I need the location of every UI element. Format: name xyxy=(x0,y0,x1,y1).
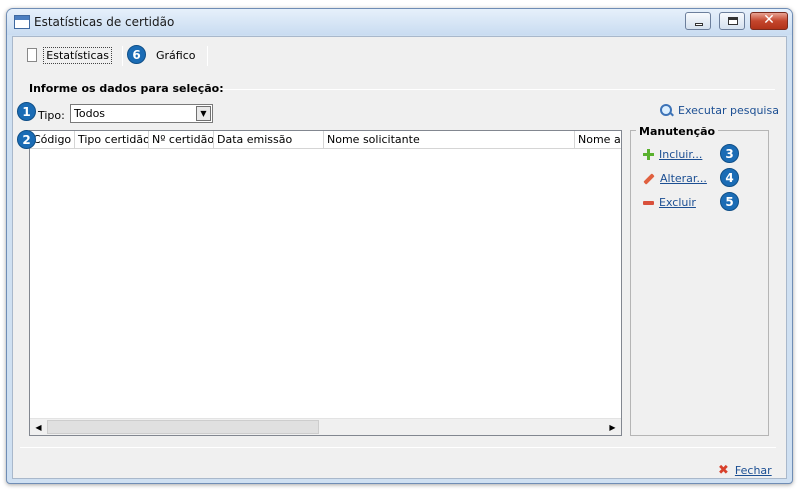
column-header-codigo[interactable]: Código xyxy=(30,131,75,149)
tab-strip: Estatísticas Gráfico xyxy=(20,43,320,69)
callout-5: 5 xyxy=(720,192,739,211)
selection-group-label: Informe os dados para seleção: xyxy=(29,82,224,95)
alterar-button[interactable]: Alterar... xyxy=(643,172,707,185)
callout-1: 1 xyxy=(17,102,36,121)
column-header-data-emissao[interactable]: Data emissão xyxy=(214,131,324,149)
grid-header: Código Tipo certidão Nº certidão Data em… xyxy=(30,131,621,149)
callout-6: 6 xyxy=(127,45,146,64)
title-bar[interactable]: Estatísticas de certidão ✕ xyxy=(7,9,792,35)
main-window: Estatísticas de certidão ✕ Estatísticas … xyxy=(6,8,793,484)
callout-4: 4 xyxy=(720,168,739,187)
results-grid[interactable]: Código Tipo certidão Nº certidão Data em… xyxy=(29,130,622,436)
window-icon xyxy=(14,15,30,29)
tab-separator xyxy=(207,46,208,66)
minimize-button[interactable] xyxy=(685,12,711,30)
column-header-nome-ap[interactable]: Nome ap xyxy=(575,131,621,149)
incluir-label: Incluir... xyxy=(659,148,703,161)
fechar-button[interactable]: ✖ Fechar xyxy=(718,463,772,478)
close-x-icon: ✖ xyxy=(718,463,729,478)
scrollbar-thumb[interactable] xyxy=(47,420,319,434)
fechar-label: Fechar xyxy=(734,464,772,477)
chevron-down-icon[interactable]: ▼ xyxy=(196,106,211,121)
tab-estatisticas-label: Estatísticas xyxy=(43,46,112,64)
column-header-tipo-certidao[interactable]: Tipo certidão xyxy=(75,131,149,149)
document-icon xyxy=(27,48,38,62)
manutencao-title: Manutenção xyxy=(636,125,719,138)
window-title: Estatísticas de certidão xyxy=(34,15,175,29)
callout-2: 2 xyxy=(17,130,36,149)
scroll-right-icon[interactable]: ▶ xyxy=(604,419,621,435)
excluir-button[interactable]: Excluir xyxy=(643,196,696,209)
alterar-label: Alterar... xyxy=(660,172,707,185)
tab-grafico-label: Gráfico xyxy=(156,48,196,62)
selection-divider xyxy=(221,89,775,90)
tipo-select-value: Todos xyxy=(74,107,106,120)
close-icon: ✕ xyxy=(763,12,775,28)
minimize-icon xyxy=(695,23,703,26)
tipo-select[interactable]: Todos ▼ xyxy=(70,104,213,123)
maximize-icon xyxy=(728,17,738,25)
footer-divider xyxy=(20,447,776,448)
minus-icon xyxy=(643,200,654,205)
tab-separator xyxy=(122,46,123,66)
scroll-left-icon[interactable]: ◀ xyxy=(30,419,47,435)
incluir-button[interactable]: Incluir... xyxy=(643,148,702,161)
close-window-button[interactable]: ✕ xyxy=(750,12,788,30)
plus-icon xyxy=(643,149,654,160)
column-header-nome-solicitante[interactable]: Nome solicitante xyxy=(324,131,575,149)
maximize-button[interactable] xyxy=(719,12,745,30)
tab-estatisticas[interactable]: Estatísticas xyxy=(21,43,118,67)
search-icon xyxy=(660,104,673,117)
executar-pesquisa-link[interactable]: Executar pesquisa xyxy=(660,104,779,117)
horizontal-scrollbar[interactable]: ◀ ▶ xyxy=(30,418,621,435)
executar-pesquisa-label: Executar pesquisa xyxy=(678,104,779,117)
excluir-label: Excluir xyxy=(659,196,696,209)
column-header-numero-certidao[interactable]: Nº certidão xyxy=(149,131,214,149)
pencil-icon xyxy=(643,172,655,185)
dialog-body: Estatísticas Gráfico 6 Informe os dados … xyxy=(12,36,787,479)
callout-3: 3 xyxy=(720,144,739,163)
tipo-label: Tipo: xyxy=(38,109,65,122)
